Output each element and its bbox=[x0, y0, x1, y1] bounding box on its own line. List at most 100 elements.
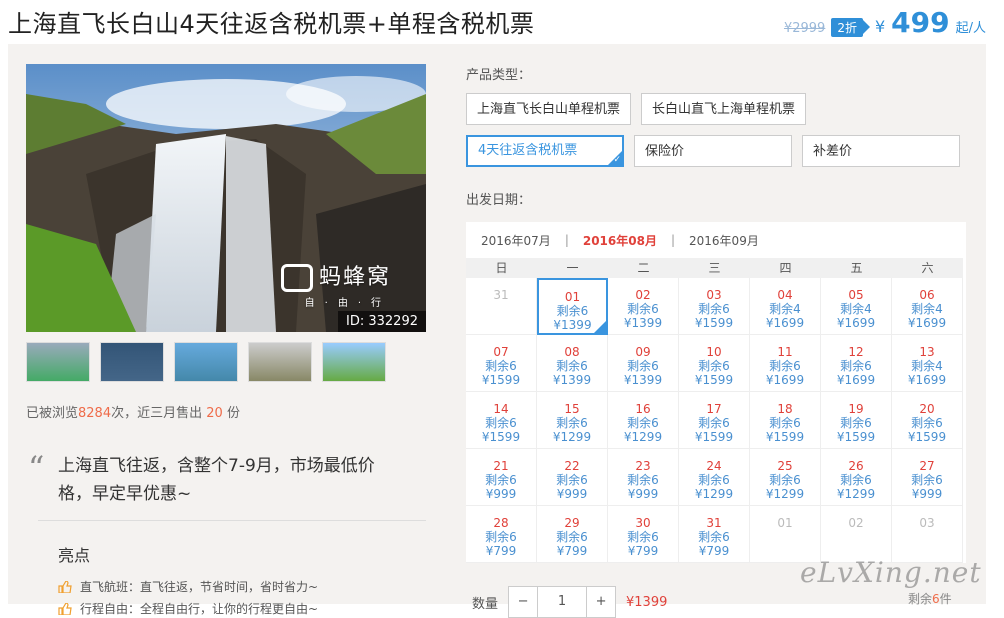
day-number: 22 bbox=[564, 459, 580, 473]
calendar-day[interactable]: 21 剩余6 ¥999 bbox=[466, 449, 537, 506]
page-title: 上海直飞长白山4天往返含税机票+单程含税机票 bbox=[8, 10, 535, 38]
product-quote: “ 上海直飞往返，含整个7-9月，市场最低价 格，早定早优惠~ bbox=[28, 452, 428, 508]
calendar-day[interactable]: 29 剩余6 ¥799 bbox=[537, 506, 608, 563]
price-unit: 起/人 bbox=[955, 21, 986, 36]
calendar-day[interactable]: 24 剩余6 ¥1299 bbox=[679, 449, 750, 506]
calendar-day[interactable]: 25 剩余6 ¥1299 bbox=[750, 449, 821, 506]
date-calendar: 2016年07月 | 2016年08月 | 2016年09月 日一二三四五六 31 01 剩余… bbox=[466, 222, 966, 563]
product-type-option[interactable]: 4天往返含税机票 ✓ bbox=[466, 135, 624, 167]
day-number: 24 bbox=[706, 459, 722, 473]
day-remaining: 剩余6 bbox=[485, 530, 517, 544]
calendar-day[interactable]: 17 剩余6 ¥1599 bbox=[679, 392, 750, 449]
day-remaining: 剩余4 bbox=[769, 302, 801, 316]
day-price: ¥1599 bbox=[907, 430, 947, 444]
day-number: 25 bbox=[777, 459, 793, 473]
calendar-day[interactable]: 19 剩余6 ¥1599 bbox=[821, 392, 892, 449]
day-remaining: 剩余6 bbox=[840, 416, 872, 430]
calendar-day[interactable]: 12 剩余6 ¥1699 bbox=[821, 335, 892, 392]
day-number: 06 bbox=[919, 288, 935, 302]
month-tab[interactable]: 2016年07月 bbox=[481, 232, 551, 249]
calendar-day[interactable]: 10 剩余6 ¥1599 bbox=[679, 335, 750, 392]
day-price: ¥999 bbox=[627, 487, 659, 501]
product-type-option[interactable]: 保险价 bbox=[634, 135, 792, 167]
day-remaining: 剩余6 bbox=[840, 359, 872, 373]
calendar-day[interactable]: 20 剩余6 ¥1599 bbox=[892, 392, 963, 449]
calendar-day[interactable]: 03 剩余6 ¥1599 bbox=[679, 278, 750, 335]
day-remaining: 剩余6 bbox=[911, 416, 943, 430]
calendar-day[interactable]: 15 剩余6 ¥1299 bbox=[537, 392, 608, 449]
day-number: 03 bbox=[919, 516, 935, 530]
day-price: ¥1699 bbox=[836, 373, 876, 387]
highlights-title: 亮点 bbox=[58, 546, 91, 565]
product-type-option[interactable]: 补差价 bbox=[802, 135, 960, 167]
day-price: ¥1299 bbox=[765, 487, 805, 501]
day-remaining: 剩余6 bbox=[698, 416, 730, 430]
day-number: 18 bbox=[777, 402, 793, 416]
gallery-thumbnail[interactable] bbox=[100, 342, 164, 382]
check-icon: ✓ bbox=[613, 155, 621, 165]
day-number: 01 bbox=[564, 290, 581, 304]
calendar-day[interactable]: 18 剩余6 ¥1599 bbox=[750, 392, 821, 449]
day-price: ¥1399 bbox=[623, 373, 663, 387]
views-middle: 次，近三月售出 bbox=[111, 406, 203, 421]
quantity-input[interactable]: 1 bbox=[537, 587, 588, 617]
day-number: 17 bbox=[706, 402, 722, 416]
calendar-day[interactable]: 08 剩余6 ¥1399 bbox=[537, 335, 608, 392]
day-remaining: 剩余6 bbox=[698, 302, 730, 316]
calendar-day[interactable]: 09 剩余6 ¥1399 bbox=[608, 335, 679, 392]
calendar-day[interactable]: 28 剩余6 ¥799 bbox=[466, 506, 537, 563]
month-tab[interactable]: 2016年08月 bbox=[583, 232, 657, 249]
day-number: 30 bbox=[635, 516, 651, 530]
calendar-day[interactable]: 05 剩余4 ¥1699 bbox=[821, 278, 892, 335]
calendar-day[interactable]: 23 剩余6 ¥999 bbox=[608, 449, 679, 506]
gallery-thumbnail[interactable] bbox=[248, 342, 312, 382]
day-price: ¥1399 bbox=[553, 318, 592, 332]
view-count: 8284 bbox=[78, 406, 112, 421]
calendar-day[interactable]: 04 剩余4 ¥1699 bbox=[750, 278, 821, 335]
day-price: ¥1399 bbox=[623, 316, 663, 330]
view-stats: 已被浏览8284次，近三月售出 20 份 bbox=[26, 402, 240, 421]
day-number: 23 bbox=[635, 459, 651, 473]
day-price: ¥1599 bbox=[481, 430, 521, 444]
increment-button[interactable]: + bbox=[587, 587, 615, 617]
calendar-day[interactable]: 31 剩余6 ¥799 bbox=[679, 506, 750, 563]
day-number: 14 bbox=[493, 402, 509, 416]
day-number: 04 bbox=[777, 288, 793, 302]
day-price: ¥799 bbox=[556, 544, 588, 558]
product-type-option[interactable]: 长白山直飞上海单程机票 bbox=[641, 93, 807, 125]
day-remaining: 剩余6 bbox=[698, 530, 730, 544]
calendar-day[interactable]: 07 剩余6 ¥1599 bbox=[466, 335, 537, 392]
day-price: ¥1599 bbox=[694, 430, 734, 444]
calendar-day[interactable]: 30 剩余6 ¥799 bbox=[608, 506, 679, 563]
quantity-stepper: − 1 + bbox=[508, 586, 617, 618]
gallery-thumbnail[interactable] bbox=[322, 342, 386, 382]
day-remaining: 剩余6 bbox=[627, 473, 659, 487]
calendar-day[interactable]: 11 剩余6 ¥1699 bbox=[750, 335, 821, 392]
gallery-thumbnail[interactable] bbox=[26, 342, 90, 382]
calendar-day[interactable]: 14 剩余6 ¥1599 bbox=[466, 392, 537, 449]
month-tab[interactable]: 2016年09月 bbox=[689, 232, 759, 249]
product-type-option[interactable]: 上海直飞长白山单程机票 bbox=[466, 93, 632, 125]
calendar-day[interactable]: 06 剩余4 ¥1699 bbox=[892, 278, 963, 335]
day-number: 07 bbox=[493, 345, 509, 359]
day-remaining: 剩余6 bbox=[485, 473, 517, 487]
views-prefix: 已被浏览 bbox=[26, 406, 79, 421]
calendar-day[interactable]: 26 剩余6 ¥1299 bbox=[821, 449, 892, 506]
calendar-day[interactable]: 13 剩余4 ¥1699 bbox=[892, 335, 963, 392]
quantity-row: 数量 − 1 + ¥1399 bbox=[472, 586, 667, 618]
hero-image[interactable]: 蚂蜂窝 自·由·行 ID: 332292 bbox=[26, 64, 426, 332]
current-price: 499 bbox=[891, 6, 950, 39]
calendar-day[interactable]: 27 剩余6 ¥999 bbox=[892, 449, 963, 506]
day-number: 15 bbox=[564, 402, 580, 416]
calendar-day[interactable]: 02 剩余6 ¥1399 bbox=[608, 278, 679, 335]
calendar-day[interactable]: 01 剩余6 ¥1399 bbox=[537, 278, 608, 335]
calendar-day[interactable]: 16 剩余6 ¥1299 bbox=[608, 392, 679, 449]
calendar-day[interactable]: 22 剩余6 ¥999 bbox=[537, 449, 608, 506]
day-remaining: 剩余6 bbox=[911, 473, 943, 487]
day-price: ¥1699 bbox=[765, 316, 805, 330]
gallery-thumbnail[interactable] bbox=[174, 342, 238, 382]
weekday-header: 二 bbox=[608, 258, 679, 278]
quote-line-2: 格，早定早优惠~ bbox=[58, 484, 192, 504]
image-id: ID: 332292 bbox=[338, 311, 426, 332]
decrement-button[interactable]: − bbox=[509, 587, 537, 617]
